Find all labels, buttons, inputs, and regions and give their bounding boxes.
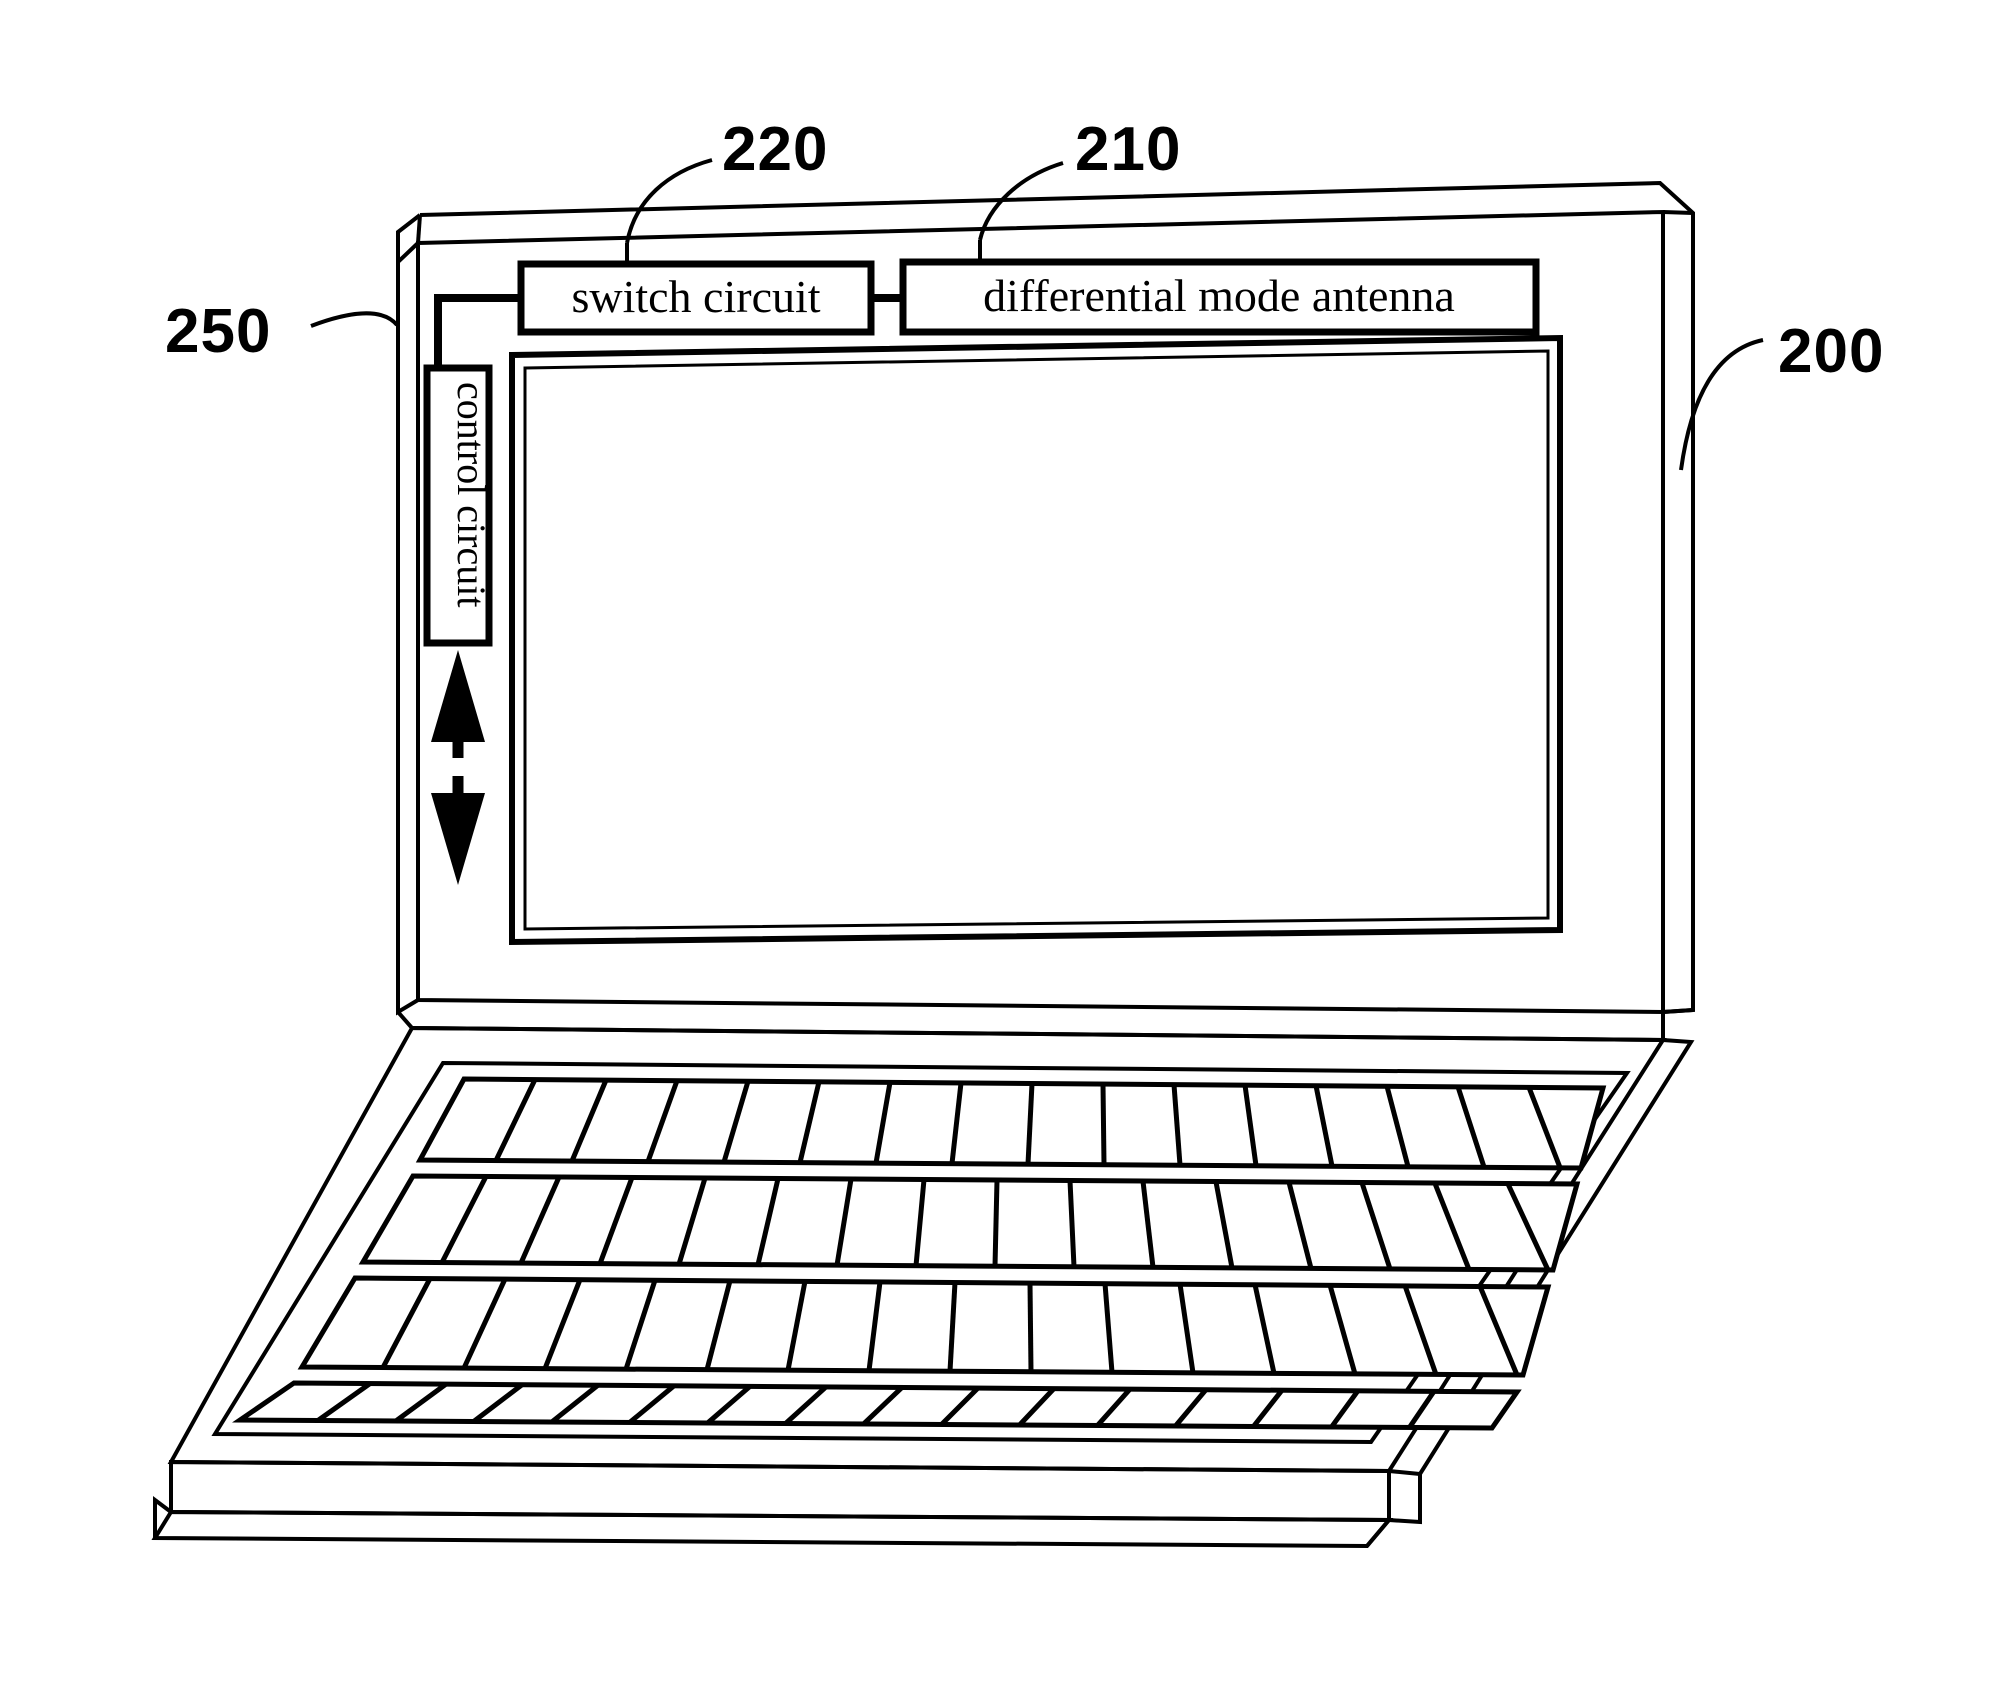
leader-line-250 (310, 311, 399, 328)
block-control-circuit[interactable]: control circuit (423, 364, 494, 647)
control-circuit-travel-arrow (431, 650, 485, 885)
keyboard-row (415, 1076, 1607, 1171)
reference-numeral-250: 250 (165, 297, 271, 366)
switch-circuit-label: switch circuit (571, 271, 820, 322)
differential-mode-antenna-label: differential mode antenna (983, 270, 1455, 321)
keyboard-row (232, 1380, 1522, 1431)
keyboard-row (358, 1173, 1581, 1273)
reference-numeral-220: 220 (722, 115, 828, 184)
keyboard-keys[interactable] (232, 1076, 1607, 1431)
laptop-screen (509, 334, 1563, 946)
wire-control-to-switch (434, 294, 521, 368)
patent-figure: switch circuit differential mode antenna… (0, 0, 2005, 1681)
figure-canvas: switch circuit differential mode antenna… (151, 115, 1884, 1549)
control-circuit-label: control circuit (449, 382, 494, 607)
reference-numeral-210: 210 (1075, 115, 1181, 184)
leader-line-220 (625, 158, 713, 244)
reference-numeral-200: 200 (1778, 317, 1884, 386)
block-switch-circuit[interactable]: switch circuit (517, 260, 875, 336)
block-differential-mode-antenna[interactable]: differential mode antenna (899, 258, 1540, 336)
keyboard-row (297, 1275, 1552, 1378)
